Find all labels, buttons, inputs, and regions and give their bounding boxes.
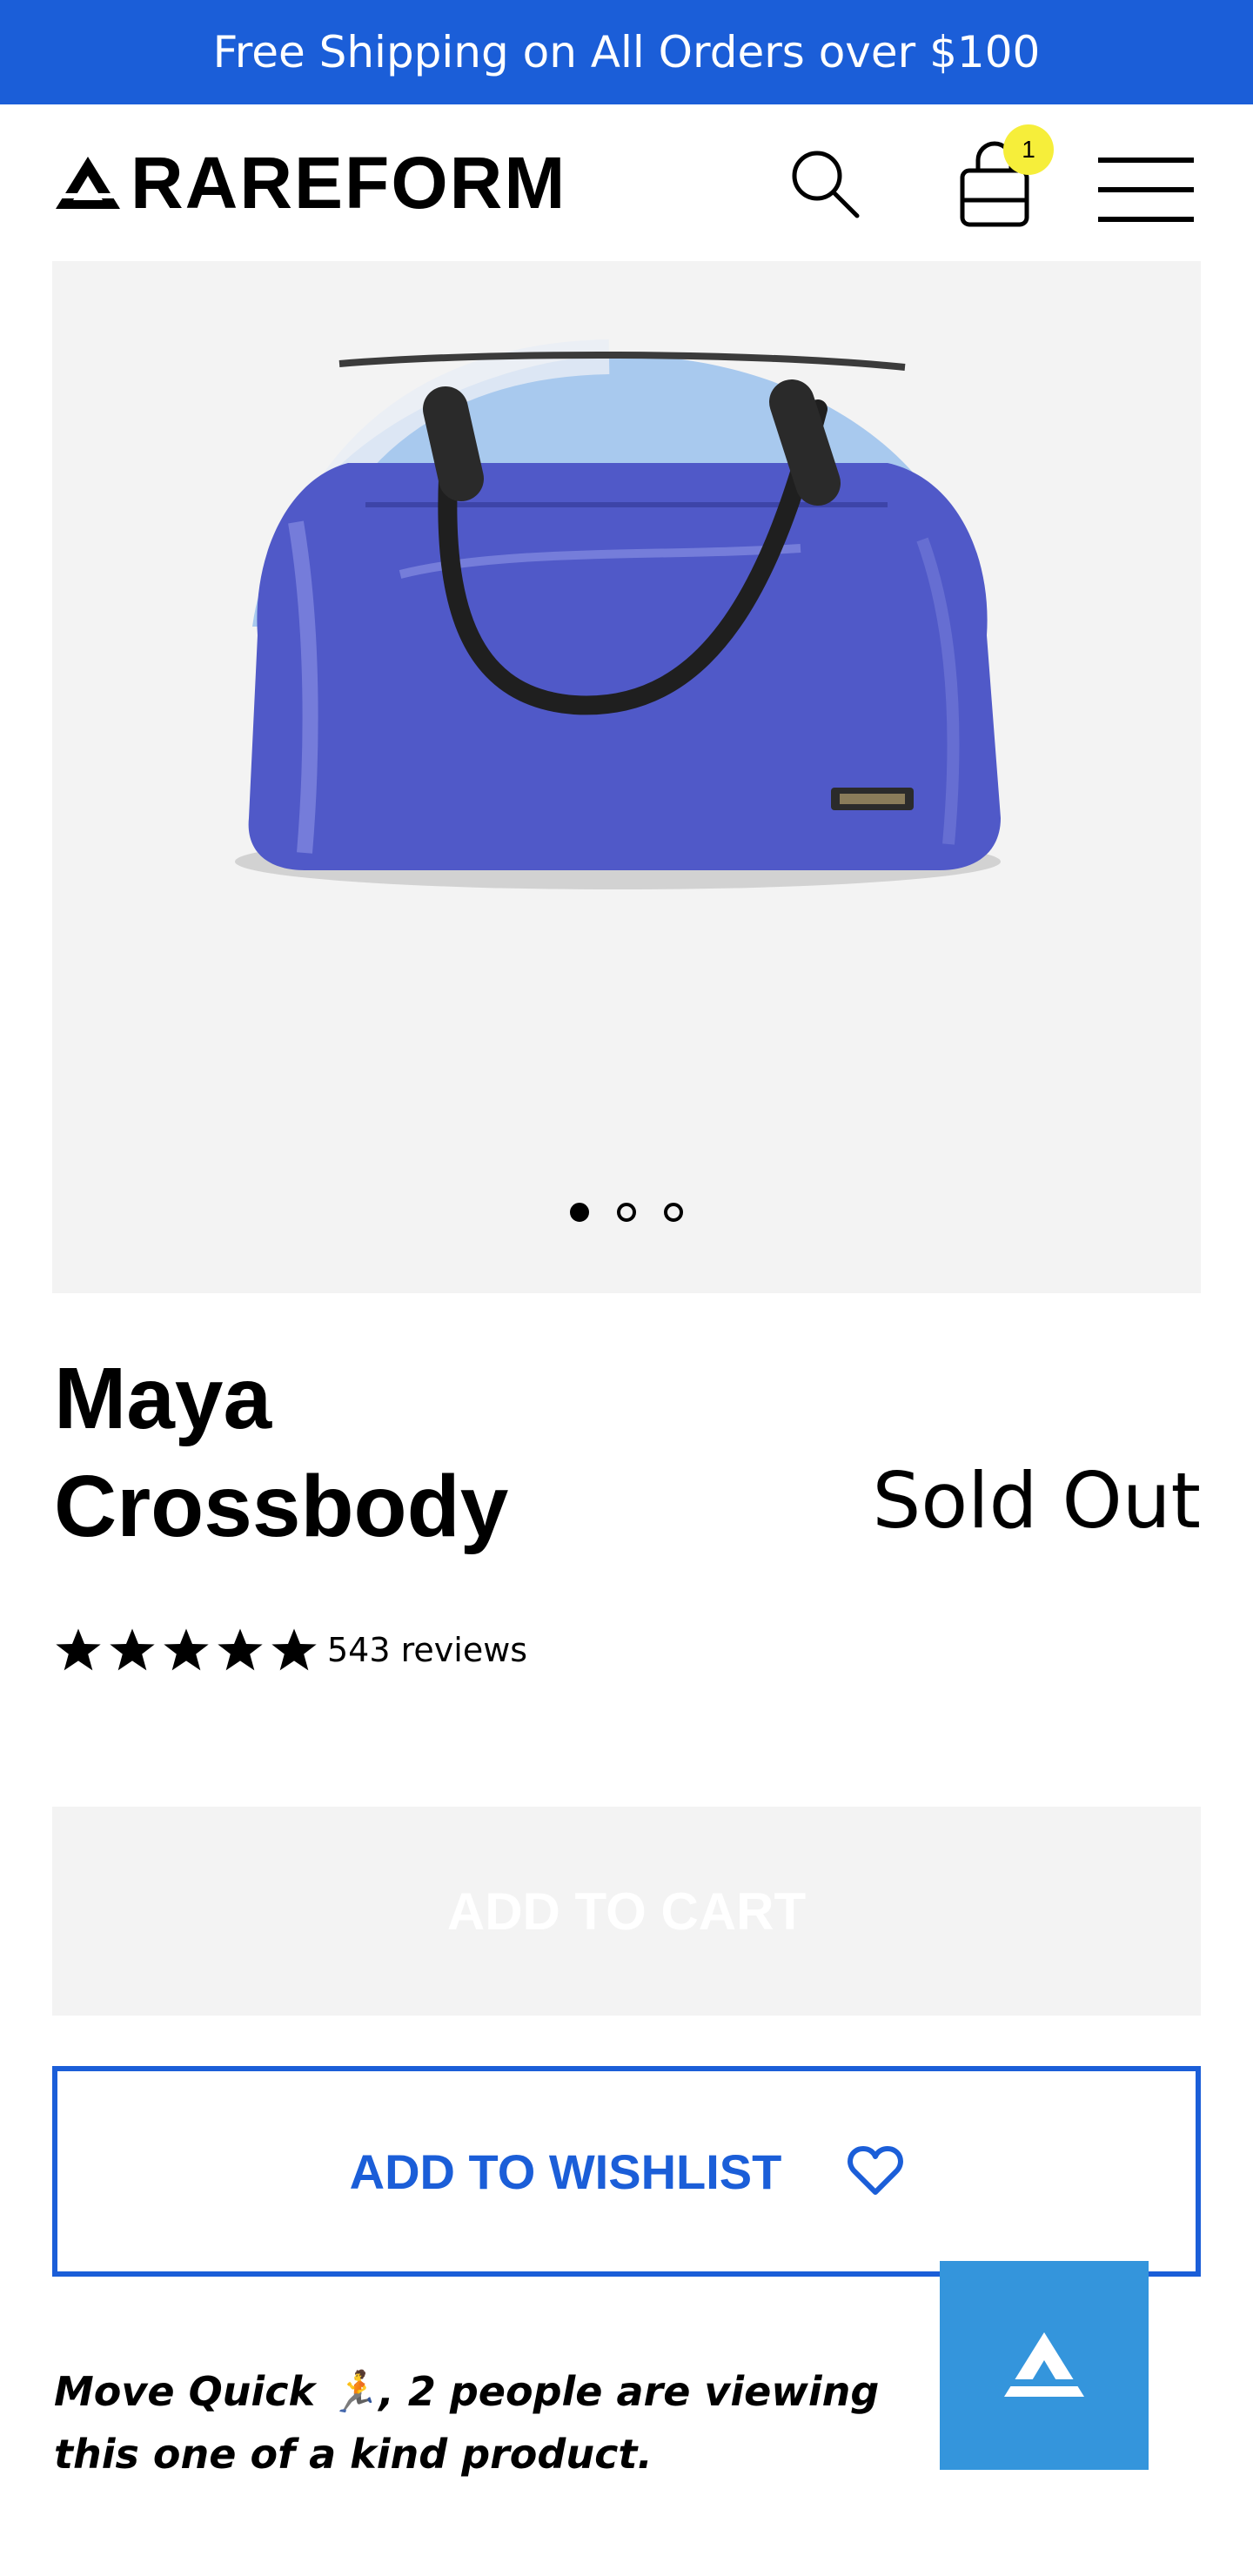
star-icon: [110, 1628, 155, 1671]
price-status: Sold Out: [872, 1456, 1201, 1546]
logo[interactable]: RAREFORM: [54, 146, 566, 219]
star-icon: [164, 1628, 209, 1671]
rareform-logo-icon: [56, 157, 120, 209]
floating-rewards-button[interactable]: [940, 2261, 1149, 2470]
rareform-logo-icon: [1004, 2332, 1084, 2397]
announcement-text: Free Shipping on All Orders over $100: [212, 27, 1041, 77]
cart-count: 1: [1022, 136, 1035, 163]
search-icon[interactable]: [787, 146, 862, 221]
site-header: RAREFORM 1: [0, 104, 1253, 261]
carousel-dot-3[interactable]: [664, 1203, 683, 1222]
rating-stars: [54, 1626, 318, 1674]
viewing-notice: Move Quick 🏃, 2 people are viewing this …: [54, 2368, 880, 2478]
review-count[interactable]: 543 reviews: [327, 1631, 527, 1669]
add-to-wishlist-button[interactable]: ADD TO WISHLIST: [52, 2066, 1201, 2277]
carousel-dots: [52, 1203, 1201, 1222]
product-gallery[interactable]: [52, 261, 1201, 1293]
product-title: Maya Crossbody: [54, 1345, 663, 1560]
heart-icon: [848, 2146, 904, 2195]
carousel-dot-2[interactable]: [617, 1203, 636, 1222]
star-icon: [56, 1628, 101, 1671]
add-to-cart-label: ADD TO CART: [446, 1882, 807, 1941]
product-rating[interactable]: 543 reviews: [54, 1626, 527, 1674]
carousel-dot-1[interactable]: [570, 1203, 589, 1222]
product-title-line-2: Crossbody: [54, 1458, 509, 1555]
star-icon: [271, 1628, 317, 1671]
add-to-cart-button[interactable]: ADD TO CART: [52, 1807, 1201, 2016]
product-image: [235, 339, 1001, 889]
announcement-bar: Free Shipping on All Orders over $100: [0, 0, 1253, 104]
product-title-line-1: Maya: [54, 1350, 272, 1447]
star-icon: [218, 1628, 263, 1671]
cart-count-badge: 1: [1003, 124, 1054, 175]
menu-icon[interactable]: [1098, 157, 1194, 223]
logo-text: RAREFORM: [131, 142, 567, 224]
wishlist-label: ADD TO WISHLIST: [349, 2143, 782, 2199]
